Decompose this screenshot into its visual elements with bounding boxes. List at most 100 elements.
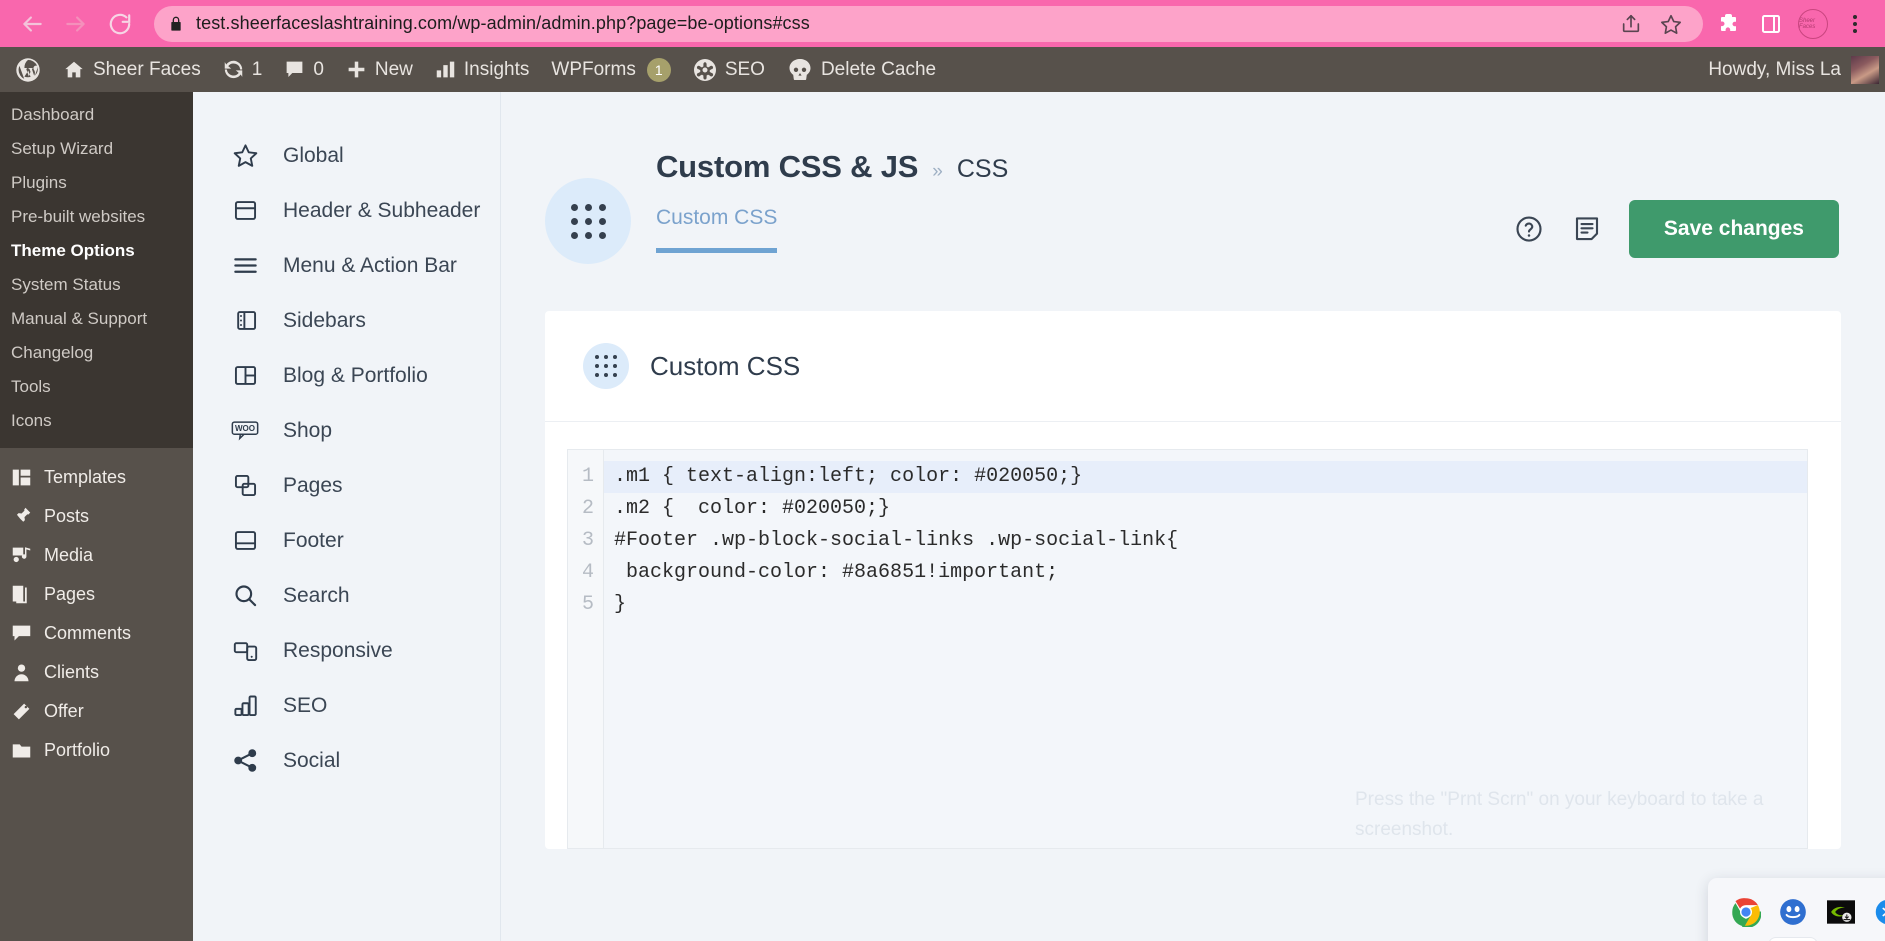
updates-button[interactable]: 1 bbox=[212, 47, 274, 92]
options-item-footer[interactable]: Footer bbox=[193, 513, 500, 568]
updates-icon bbox=[223, 59, 244, 80]
sidebar-item-portfolio[interactable]: Portfolio bbox=[0, 731, 193, 770]
star-icon[interactable] bbox=[1653, 6, 1689, 42]
kebab-menu-icon[interactable] bbox=[1837, 6, 1873, 42]
nvidia-icon[interactable] bbox=[1824, 895, 1858, 929]
card-header: Custom CSS bbox=[545, 311, 1841, 422]
forward-button[interactable] bbox=[54, 2, 98, 46]
reload-button[interactable] bbox=[98, 2, 142, 46]
options-item-responsive[interactable]: Responsive bbox=[193, 623, 500, 678]
cache-skull-icon bbox=[787, 58, 813, 82]
sidebar-item-system-status[interactable]: System Status bbox=[0, 268, 193, 302]
code-area[interactable]: .m1 { text-align:left; color: #020050;} … bbox=[604, 450, 1807, 848]
sidebar-item-tools[interactable]: Tools bbox=[0, 370, 193, 404]
options-item-seo[interactable]: SEO bbox=[193, 678, 500, 733]
nine-dots-icon bbox=[570, 203, 606, 239]
help-circle-icon[interactable] bbox=[1513, 213, 1545, 245]
sidebar-item-setup-wizard[interactable]: Setup Wizard bbox=[0, 132, 193, 166]
sidebar-item-media[interactable]: Media bbox=[0, 536, 193, 575]
sidebar-item-templates[interactable]: Templates bbox=[0, 458, 193, 497]
site-name-button[interactable]: Sheer Faces bbox=[52, 47, 212, 92]
save-changes-button[interactable]: Save changes bbox=[1628, 200, 1839, 258]
copy-pages-icon bbox=[230, 471, 260, 501]
new-label: New bbox=[374, 58, 413, 80]
options-item-search[interactable]: Search bbox=[193, 568, 500, 623]
sidebar-item-icons[interactable]: Icons bbox=[0, 404, 193, 438]
options-item-label: Social bbox=[283, 748, 341, 772]
sidebar-item-label: Media bbox=[44, 545, 94, 565]
options-item-label: Header & Subheader bbox=[283, 198, 481, 222]
url-text: test.sheerfaceslashtraining.com/wp-admin… bbox=[196, 13, 810, 33]
wp-admin-bar: Sheer Faces 1 0 New Insights WPForms 1 S… bbox=[0, 47, 1885, 92]
sidebar-item-posts[interactable]: Posts bbox=[0, 497, 193, 536]
kebab-dots bbox=[1853, 14, 1857, 33]
sidebar-item-pre-built-websites[interactable]: Pre-built websites bbox=[0, 200, 193, 234]
page-header: Custom CSS & JS » CSS Custom CSS Save ch… bbox=[501, 92, 1885, 264]
bluetooth-icon[interactable] bbox=[1871, 895, 1885, 929]
profile-avatar-icon[interactable]: Sheer Faces bbox=[1795, 6, 1831, 42]
nine-dots-icon bbox=[595, 355, 617, 377]
sidebar-item-label: Clients bbox=[44, 662, 100, 682]
options-item-label: SEO bbox=[283, 693, 328, 717]
howdy-label: Howdy, Miss La bbox=[1708, 58, 1841, 80]
sidebar-item-manual-support[interactable]: Manual & Support bbox=[0, 302, 193, 336]
options-item-social[interactable]: Social bbox=[193, 733, 500, 788]
share-icon[interactable] bbox=[1613, 6, 1649, 42]
tab-custom-css[interactable]: Custom CSS bbox=[656, 206, 778, 253]
wpforms-button[interactable]: WPForms 1 bbox=[540, 47, 681, 92]
sidebar-item-changelog[interactable]: Changelog bbox=[0, 336, 193, 370]
sidebar-item-dashboard[interactable]: Dashboard bbox=[0, 98, 193, 132]
options-item-label: Global bbox=[283, 143, 344, 167]
lock-icon bbox=[168, 15, 184, 33]
options-item-menu-action-bar[interactable]: Menu & Action Bar bbox=[193, 238, 500, 293]
sidebar-item-offer[interactable]: Offer bbox=[0, 692, 193, 731]
code-editor[interactable]: 1 2 3 4 5 .m1 { text-align:left; color: … bbox=[567, 449, 1808, 849]
puzzle-icon[interactable] bbox=[1711, 6, 1747, 42]
search-icon bbox=[230, 581, 260, 611]
app-body: Dashboard Setup Wizard Plugins Pre-built… bbox=[0, 92, 1885, 941]
options-item-label: Search bbox=[283, 583, 350, 607]
back-button[interactable] bbox=[10, 2, 54, 46]
options-item-blog-portfolio[interactable]: Blog & Portfolio bbox=[193, 348, 500, 403]
blue-face-icon[interactable] bbox=[1776, 895, 1810, 929]
forward-arrow-icon bbox=[63, 11, 89, 37]
comments-button[interactable]: 0 bbox=[273, 47, 335, 92]
sidebar-item-comments[interactable]: Comments bbox=[0, 614, 193, 653]
wordpress-logo-button[interactable] bbox=[4, 47, 52, 92]
sidebar-item-label: Pages bbox=[44, 584, 96, 604]
sidebar-item-clients[interactable]: Clients bbox=[0, 653, 193, 692]
sidebar-item-plugins[interactable]: Plugins bbox=[0, 166, 193, 200]
sidebar-icon bbox=[230, 306, 260, 336]
options-item-label: Menu & Action Bar bbox=[283, 253, 457, 277]
document-icon[interactable] bbox=[1571, 213, 1603, 245]
theme-submenu: Dashboard Setup Wizard Plugins Pre-built… bbox=[0, 92, 193, 448]
options-item-global[interactable]: Global bbox=[193, 128, 500, 183]
sidebar-item-theme-options[interactable]: Theme Options bbox=[0, 234, 193, 268]
sidebar-item-label: Comments bbox=[44, 623, 132, 643]
options-item-pages[interactable]: Pages bbox=[193, 458, 500, 513]
seo-button[interactable]: SEO bbox=[682, 47, 776, 92]
pages-icon bbox=[10, 584, 32, 605]
footer-icon bbox=[230, 526, 260, 556]
share-nodes-icon bbox=[230, 746, 260, 776]
address-bar[interactable]: test.sheerfaceslashtraining.com/wp-admin… bbox=[154, 5, 1703, 42]
delete-cache-button[interactable]: Delete Cache bbox=[776, 47, 947, 92]
side-panel-icon[interactable] bbox=[1753, 6, 1789, 42]
main-content: Custom CSS & JS » CSS Custom CSS Save ch… bbox=[500, 92, 1885, 941]
page-title: Custom CSS & JS bbox=[656, 149, 919, 184]
card-drag-handle[interactable] bbox=[583, 343, 629, 389]
adminbar-account[interactable]: Howdy, Miss La bbox=[1708, 55, 1885, 84]
avatar bbox=[1851, 55, 1879, 84]
new-content-button[interactable]: New bbox=[335, 47, 424, 92]
options-item-label: Blog & Portfolio bbox=[283, 363, 428, 387]
google-chrome-icon[interactable] bbox=[1729, 895, 1763, 929]
portfolio-icon bbox=[10, 740, 32, 761]
sidebar-item-pages[interactable]: Pages bbox=[0, 575, 193, 614]
line-number: 5 bbox=[582, 593, 595, 616]
wpforms-badge: 1 bbox=[646, 57, 671, 82]
options-item-sidebars[interactable]: Sidebars bbox=[193, 293, 500, 348]
editor-wrapper: 1 2 3 4 5 .m1 { text-align:left; color: … bbox=[545, 422, 1841, 849]
options-item-shop[interactable]: WOO Shop bbox=[193, 403, 500, 458]
insights-button[interactable]: Insights bbox=[424, 47, 540, 92]
options-item-header-subheader[interactable]: Header & Subheader bbox=[193, 183, 500, 238]
